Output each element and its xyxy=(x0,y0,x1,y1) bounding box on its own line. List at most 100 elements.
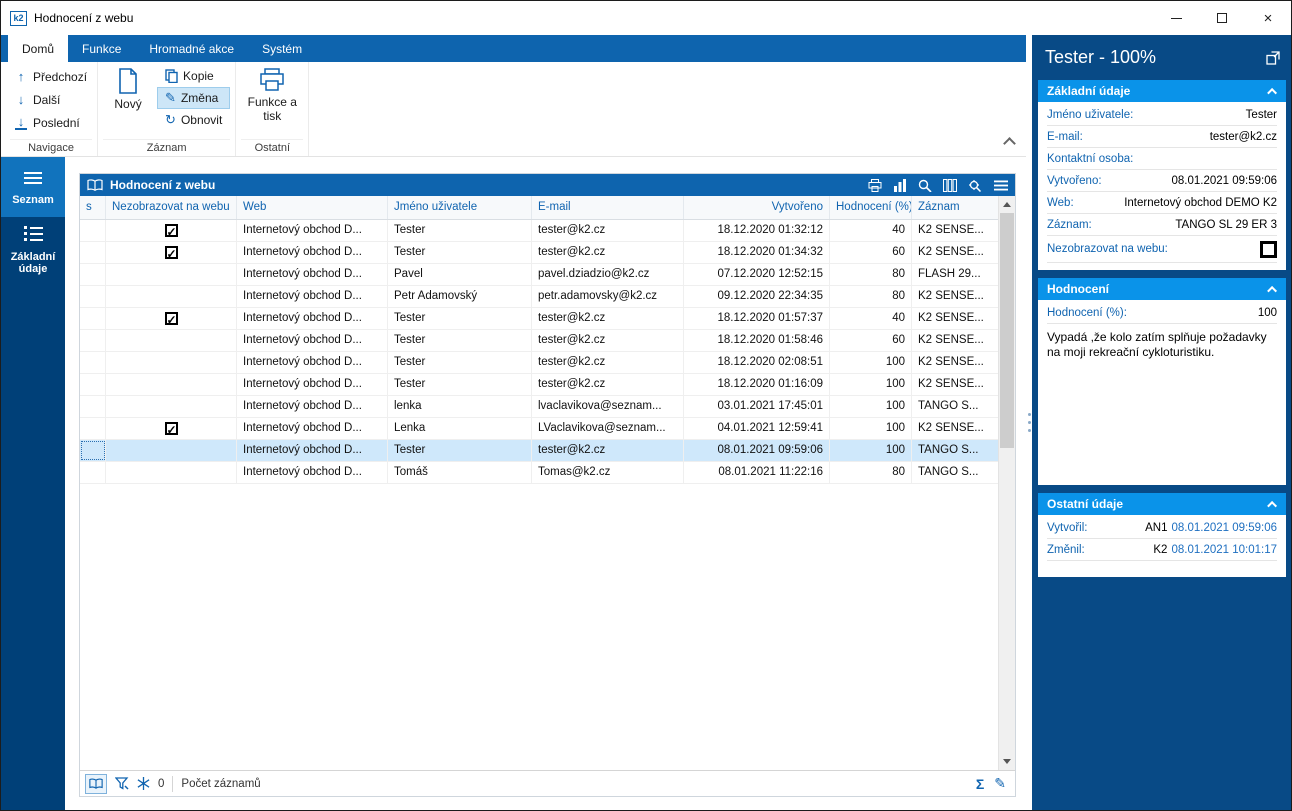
checked-checkbox[interactable] xyxy=(164,222,178,241)
previous-button[interactable]: ↑ Předchozí xyxy=(10,65,92,88)
row-select-cell[interactable] xyxy=(80,308,106,329)
column-header-web[interactable]: Web xyxy=(237,196,388,219)
row-rating-cell[interactable]: 100 xyxy=(830,396,912,417)
sidebar-item-seznam[interactable]: Seznam xyxy=(1,157,65,217)
row-rating-cell[interactable]: 60 xyxy=(830,330,912,351)
row-record-cell[interactable]: K2 SENSE... xyxy=(912,352,997,373)
row-select-cell[interactable] xyxy=(80,242,106,263)
unchecked-checkbox[interactable] xyxy=(1260,240,1277,258)
row-user-cell[interactable]: Tomáš xyxy=(388,462,532,483)
row-record-cell[interactable]: K2 SENSE... xyxy=(912,330,997,351)
row-select-cell[interactable] xyxy=(80,396,106,417)
row-email-cell[interactable]: tester@k2.cz xyxy=(532,330,684,351)
row-checkbox-cell[interactable] xyxy=(106,352,237,373)
row-checkbox-cell[interactable] xyxy=(106,264,237,285)
row-user-cell[interactable]: lenka xyxy=(388,396,532,417)
row-select-cell[interactable] xyxy=(80,264,106,285)
row-web-cell[interactable]: Internetový obchod D... xyxy=(237,440,388,461)
table-row[interactable]: Internetový obchod D... Tester tester@k2… xyxy=(80,352,998,374)
column-header-vytvoreno[interactable]: Vytvořeno xyxy=(684,196,830,219)
popout-icon[interactable] xyxy=(1266,50,1280,65)
row-created-cell[interactable]: 18.12.2020 01:34:32 xyxy=(684,242,830,263)
row-user-cell[interactable]: Tester xyxy=(388,220,532,241)
row-created-cell[interactable]: 18.12.2020 01:32:12 xyxy=(684,220,830,241)
settings-search-icon[interactable] xyxy=(968,179,983,192)
row-created-cell[interactable]: 18.12.2020 01:58:46 xyxy=(684,330,830,351)
table-row[interactable]: Internetový obchod D... Lenka LVaclaviko… xyxy=(80,418,998,440)
row-user-cell[interactable]: Tester xyxy=(388,308,532,329)
row-rating-cell[interactable]: 100 xyxy=(830,418,912,439)
row-select-cell[interactable] xyxy=(80,374,106,395)
row-web-cell[interactable]: Internetový obchod D... xyxy=(237,308,388,329)
vertical-scrollbar[interactable] xyxy=(998,196,1015,770)
row-web-cell[interactable]: Internetový obchod D... xyxy=(237,286,388,307)
row-web-cell[interactable]: Internetový obchod D... xyxy=(237,242,388,263)
next-button[interactable]: ↓ Další xyxy=(10,88,92,111)
row-created-cell[interactable]: 03.01.2021 17:45:01 xyxy=(684,396,830,417)
row-user-cell[interactable]: Tester xyxy=(388,352,532,373)
book-view-button[interactable] xyxy=(85,773,107,794)
row-web-cell[interactable]: Internetový obchod D... xyxy=(237,418,388,439)
row-rating-cell[interactable]: 100 xyxy=(830,352,912,373)
column-header-hodnoceni[interactable]: Hodnocení (%) xyxy=(830,196,912,219)
copy-button[interactable]: Kopie xyxy=(157,65,230,87)
row-checkbox-cell[interactable] xyxy=(106,286,237,307)
row-select-cell[interactable] xyxy=(80,286,106,307)
sidebar-item-zakladni-udaje[interactable]: Základní údaje xyxy=(1,217,65,281)
row-rating-cell[interactable]: 40 xyxy=(830,308,912,329)
row-select-cell[interactable] xyxy=(80,462,106,483)
row-checkbox-cell[interactable] xyxy=(106,330,237,351)
row-web-cell[interactable]: Internetový obchod D... xyxy=(237,396,388,417)
row-email-cell[interactable]: tester@k2.cz xyxy=(532,308,684,329)
table-row[interactable]: Internetový obchod D... Tester tester@k2… xyxy=(80,440,998,462)
table-row[interactable]: Internetový obchod D... lenka lvaclaviko… xyxy=(80,396,998,418)
row-select-cell[interactable] xyxy=(80,220,106,241)
row-user-cell[interactable]: Tester xyxy=(388,440,532,461)
change-button[interactable]: ✎ Změna xyxy=(157,87,231,109)
chart-icon[interactable] xyxy=(893,178,907,192)
row-user-cell[interactable]: Pavel xyxy=(388,264,532,285)
row-web-cell[interactable]: Internetový obchod D... xyxy=(237,264,388,285)
column-header-email[interactable]: E-mail xyxy=(532,196,684,219)
row-created-cell[interactable]: 18.12.2020 01:16:09 xyxy=(684,374,830,395)
table-row[interactable]: Internetový obchod D... Tester tester@k2… xyxy=(80,374,998,396)
row-created-cell[interactable]: 08.01.2021 09:59:06 xyxy=(684,440,830,461)
new-button[interactable]: Nový xyxy=(103,65,153,111)
row-created-cell[interactable]: 07.12.2020 12:52:15 xyxy=(684,264,830,285)
row-checkbox-cell[interactable] xyxy=(106,462,237,483)
row-email-cell[interactable]: tester@k2.cz xyxy=(532,440,684,461)
row-checkbox-cell[interactable] xyxy=(106,308,237,329)
snowflake-icon[interactable] xyxy=(137,777,150,790)
menu-icon[interactable] xyxy=(994,180,1008,191)
row-rating-cell[interactable]: 80 xyxy=(830,462,912,483)
row-record-cell[interactable]: TANGO S... xyxy=(912,462,997,483)
row-checkbox-cell[interactable] xyxy=(106,374,237,395)
row-select-cell[interactable] xyxy=(80,352,106,373)
row-email-cell[interactable]: lvaclavikova@seznam... xyxy=(532,396,684,417)
tab-home[interactable]: Domů xyxy=(8,35,69,62)
row-user-cell[interactable]: Lenka xyxy=(388,418,532,439)
row-email-cell[interactable]: LVaclavikova@seznam... xyxy=(532,418,684,439)
row-checkbox-cell[interactable] xyxy=(106,440,237,461)
row-created-cell[interactable]: 09.12.2020 22:34:35 xyxy=(684,286,830,307)
row-rating-cell[interactable]: 60 xyxy=(830,242,912,263)
tab-bulk-actions[interactable]: Hromadné akce xyxy=(135,35,248,62)
row-rating-cell[interactable]: 40 xyxy=(830,220,912,241)
functions-print-button[interactable]: Funkce a tisk xyxy=(241,65,303,123)
row-email-cell[interactable]: tester@k2.cz xyxy=(532,374,684,395)
filter-edit-icon[interactable] xyxy=(115,776,129,791)
row-checkbox-cell[interactable] xyxy=(106,396,237,417)
edit-icon[interactable]: ✎ xyxy=(994,775,1006,792)
row-record-cell[interactable]: K2 SENSE... xyxy=(912,418,997,439)
row-email-cell[interactable]: Tomas@k2.cz xyxy=(532,462,684,483)
scrollbar-thumb[interactable] xyxy=(1000,213,1014,448)
section-basic-header[interactable]: Základní údaje xyxy=(1038,80,1286,102)
row-user-cell[interactable]: Tester xyxy=(388,330,532,351)
row-created-cell[interactable]: 18.12.2020 01:57:37 xyxy=(684,308,830,329)
row-email-cell[interactable]: petr.adamovsky@k2.cz xyxy=(532,286,684,307)
column-header-s[interactable]: s xyxy=(80,196,106,219)
tab-functions[interactable]: Funkce xyxy=(68,35,135,62)
row-record-cell[interactable]: K2 SENSE... xyxy=(912,242,997,263)
collapse-ribbon-icon[interactable] xyxy=(1003,137,1016,150)
tab-system[interactable]: Systém xyxy=(248,35,316,62)
